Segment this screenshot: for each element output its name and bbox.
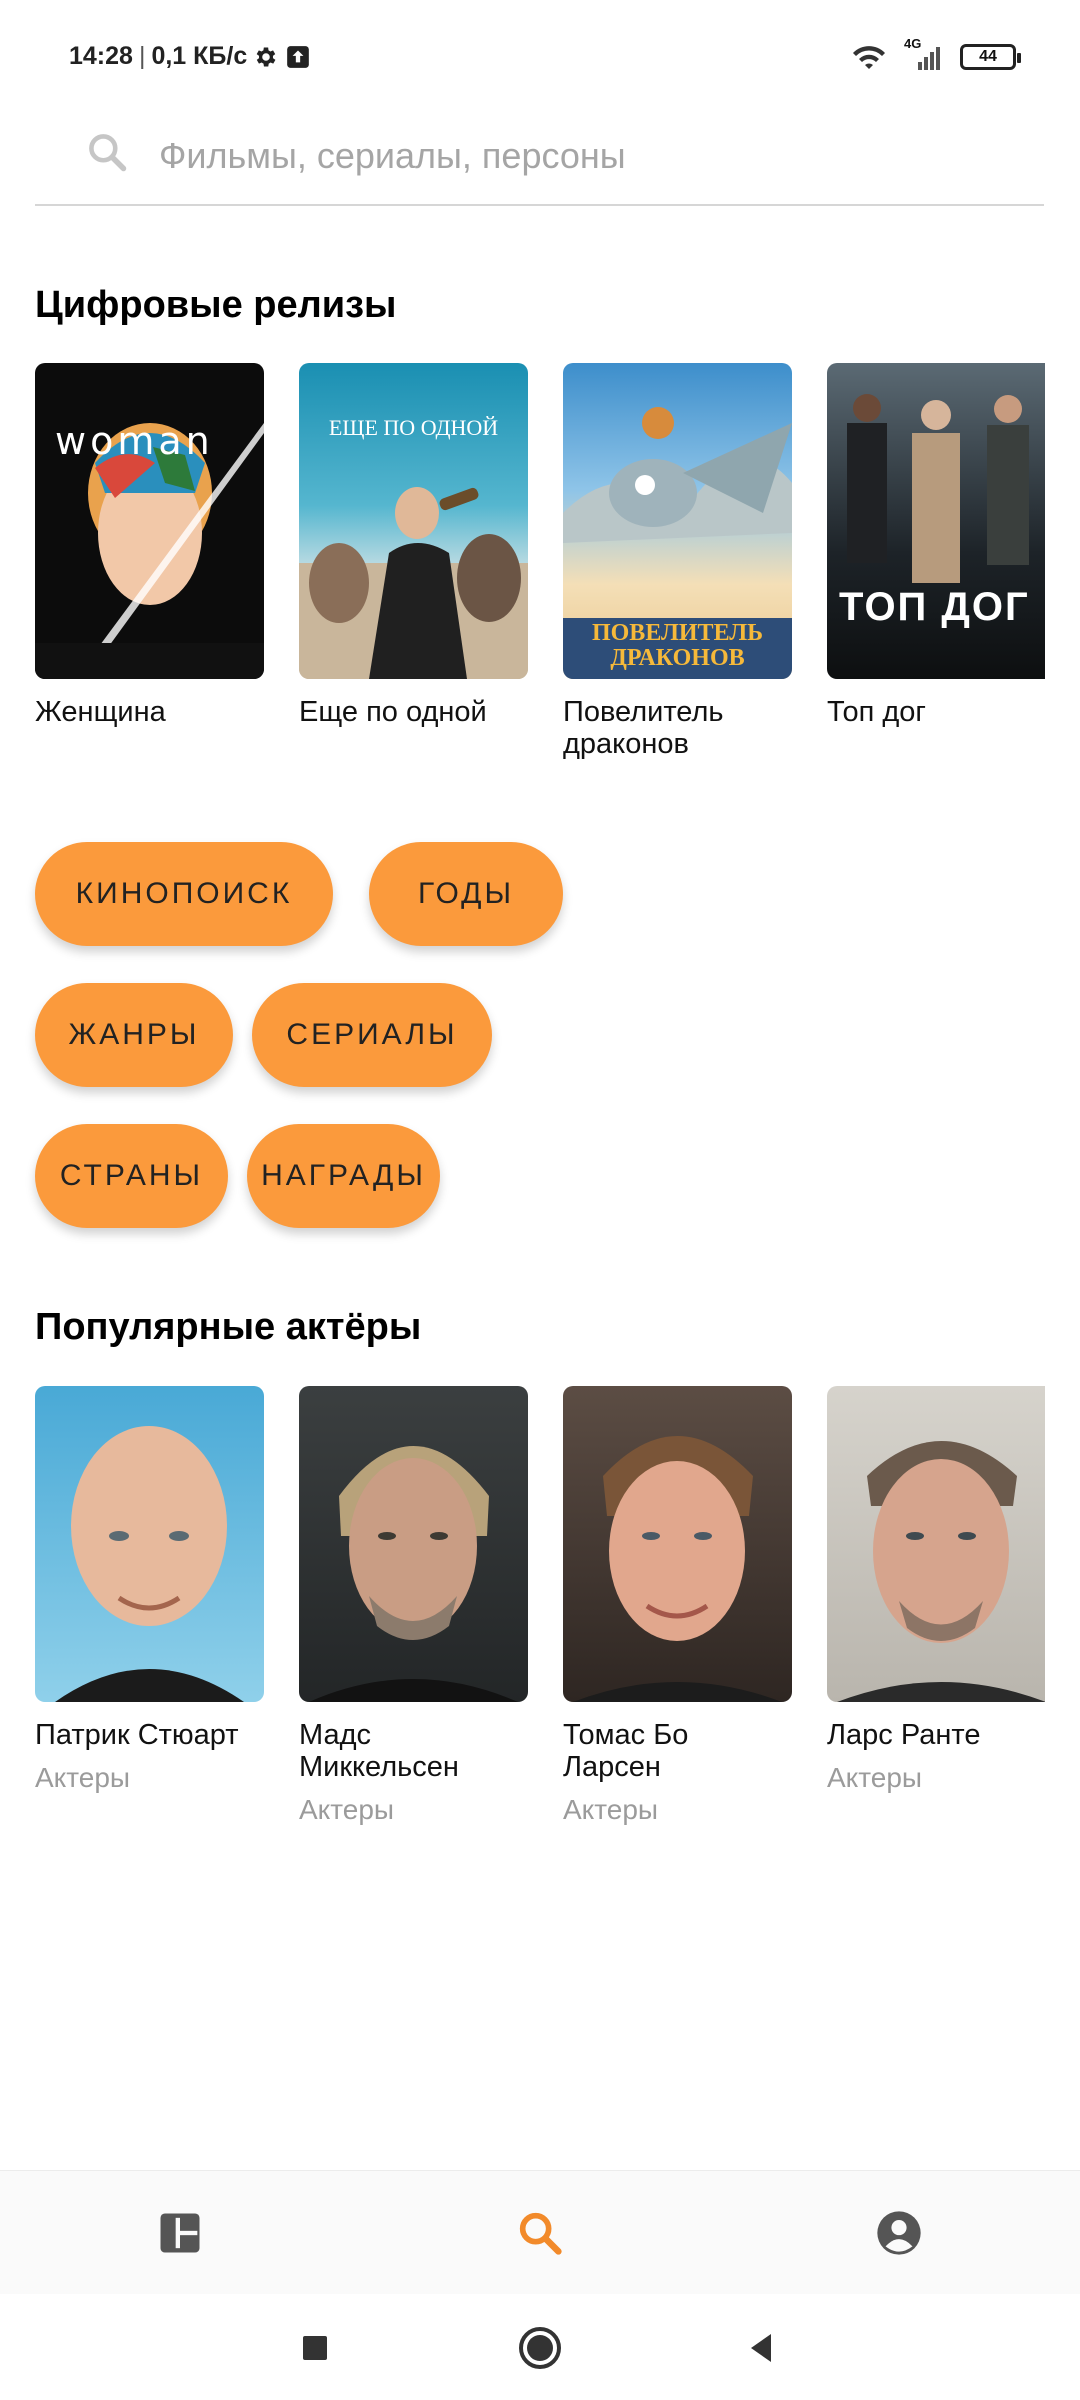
release-title: Топ дог xyxy=(827,696,926,728)
releases-carousel[interactable]: woman Женщина ЕЩЕ ПО ОДНОЙ Еще по одной xyxy=(35,363,1045,843)
actor-photo xyxy=(35,1386,264,1702)
chip-countries[interactable]: СТРАНЫ xyxy=(35,1124,228,1228)
poster-top-dog: ТОП ДОГ xyxy=(827,363,1045,679)
actor-card[interactable]: Патрик Стюарт Актеры xyxy=(35,1386,264,1794)
poster-another-round-text: ЕЩЕ ПО ОДНОЙ xyxy=(328,415,499,440)
status-separator: | xyxy=(138,42,146,70)
actor-role: Актеры xyxy=(563,1793,659,1825)
back-icon[interactable] xyxy=(737,2324,785,2372)
actor-name: Ларс Ранте xyxy=(827,1719,981,1751)
status-bar: 14:28 | 0,1 КБ/с 4G 44 xyxy=(0,0,1080,118)
dashboard-icon[interactable] xyxy=(154,2207,206,2259)
poster-top-dog-text: ТОП ДОГ xyxy=(839,585,1030,629)
poster-dragon-rider-text: ПОВЕЛИТЕЛЬ ДРАКОНОВ xyxy=(591,620,764,672)
chip-awards[interactable]: НАГРАДЫ xyxy=(247,1124,440,1228)
actor-role: Актеры xyxy=(299,1793,395,1825)
actor-name: Патрик Стюарт xyxy=(35,1719,239,1751)
battery-icon: 44 xyxy=(960,44,1021,70)
actor-role: Актеры xyxy=(827,1761,923,1793)
wifi-icon xyxy=(853,46,885,69)
poster-woman-text: woman xyxy=(55,419,214,463)
status-time: 14:28 xyxy=(69,42,133,70)
release-card[interactable]: ТОП ДОГ Топ дог xyxy=(827,363,1045,729)
release-title: Повелитель драконов xyxy=(563,696,724,760)
actor-name: Томас Бо Ларсен xyxy=(563,1719,689,1783)
actors-title: Популярные актёры xyxy=(35,1306,422,1348)
signal-icon xyxy=(918,47,940,70)
search-icon[interactable] xyxy=(514,2207,566,2259)
chip-series[interactable]: СЕРИАЛЫ xyxy=(252,983,492,1087)
chip-kinopoisk[interactable]: КИНОПОИСК xyxy=(35,842,333,946)
actor-photo xyxy=(299,1386,528,1702)
system-nav-bar xyxy=(0,2294,1080,2400)
battery-level: 44 xyxy=(979,48,997,65)
actor-role: Актеры xyxy=(35,1761,131,1793)
upload-icon xyxy=(287,45,310,68)
actors-carousel[interactable]: Патрик Стюарт Актеры Мадс Миккельсен Акт… xyxy=(35,1386,1045,1846)
search-icon xyxy=(89,134,127,172)
poster-dragon-rider: ПОВЕЛИТЕЛЬ ДРАКОНОВ xyxy=(563,363,792,679)
release-card[interactable]: woman Женщина xyxy=(35,363,264,729)
actor-name: Мадс Миккельсен xyxy=(299,1719,459,1783)
actor-photo xyxy=(827,1386,1045,1702)
release-title: Еще по одной xyxy=(299,696,487,728)
gear-icon xyxy=(256,46,276,67)
chip-years[interactable]: ГОДЫ xyxy=(369,842,563,946)
search-bar xyxy=(35,112,1044,206)
release-card[interactable]: ПОВЕЛИТЕЛЬ ДРАКОНОВ Повелитель драконов xyxy=(563,363,792,761)
release-card[interactable]: ЕЩЕ ПО ОДНОЙ Еще по одной xyxy=(299,363,528,729)
status-right: 4G 44 xyxy=(850,36,1021,72)
status-speed: 0,1 КБ/с xyxy=(151,42,248,70)
recents-icon[interactable] xyxy=(291,2324,339,2372)
signal-indicator: 4G xyxy=(902,36,946,72)
releases-title: Цифровые релизы xyxy=(35,284,397,326)
actor-card[interactable]: Мадс Миккельсен Актеры xyxy=(299,1386,528,1826)
home-icon[interactable] xyxy=(516,2324,564,2372)
release-title: Женщина xyxy=(35,696,166,728)
actor-card[interactable]: Ларс Ранте Актеры xyxy=(827,1386,1045,1794)
poster-woman: woman xyxy=(35,363,264,679)
search-input[interactable] xyxy=(159,130,1019,182)
poster-another-round: ЕЩЕ ПО ОДНОЙ xyxy=(299,363,528,679)
actor-card[interactable]: Томас Бо Ларсен Актеры xyxy=(563,1386,792,1826)
actor-photo xyxy=(563,1386,792,1702)
bottom-tab-bar xyxy=(0,2170,1080,2294)
status-left: 14:28 | 0,1 КБ/с xyxy=(69,42,311,71)
chip-genres[interactable]: ЖАНРЫ xyxy=(35,983,233,1087)
account-icon[interactable] xyxy=(873,2207,925,2259)
